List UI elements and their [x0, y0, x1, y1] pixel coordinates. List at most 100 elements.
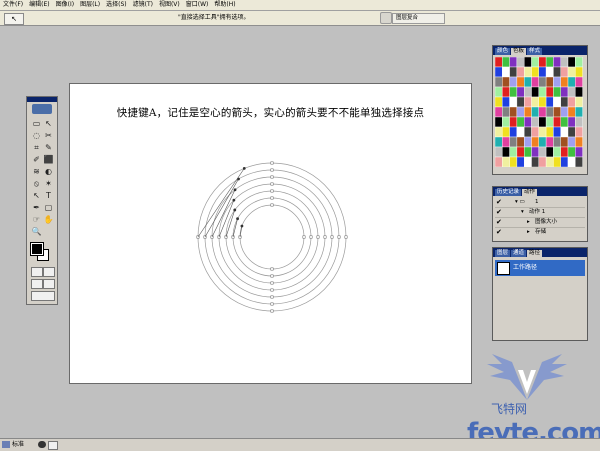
swatch[interactable]	[567, 116, 576, 128]
tab-actions[interactable]: 动作	[522, 189, 538, 196]
tab-paths[interactable]: 路径	[527, 250, 543, 257]
swatch[interactable]	[575, 146, 583, 158]
swatch[interactable]	[560, 156, 569, 167]
tool-17-icon[interactable]: ✋	[43, 215, 54, 224]
swatch[interactable]	[502, 126, 510, 138]
swatch[interactable]	[560, 66, 569, 78]
swatch[interactable]	[502, 116, 510, 128]
tool-18-icon[interactable]: 🔍	[31, 227, 42, 236]
swatch[interactable]	[531, 116, 540, 128]
swatch[interactable]	[516, 116, 525, 128]
swatch[interactable]	[575, 136, 583, 148]
swatch[interactable]	[545, 146, 554, 158]
menu-item-0[interactable]: 文件(F)	[0, 0, 26, 10]
swatch[interactable]	[509, 136, 518, 148]
checkmark-icon[interactable]: ✔	[496, 198, 504, 206]
swatch[interactable]	[575, 116, 583, 128]
swatch[interactable]	[567, 96, 576, 108]
swatch[interactable]	[531, 146, 540, 158]
swatch[interactable]	[538, 76, 547, 88]
swatch[interactable]	[502, 146, 510, 158]
swatch[interactable]	[516, 66, 525, 78]
tool-19-icon[interactable]	[43, 227, 54, 236]
swatch[interactable]	[567, 76, 576, 88]
swatch[interactable]	[509, 116, 518, 128]
swatch[interactable]	[502, 106, 510, 118]
swatch[interactable]	[509, 86, 518, 98]
swatch[interactable]	[545, 76, 554, 88]
checkmark-icon[interactable]: ✔	[496, 218, 504, 226]
swatch[interactable]	[545, 57, 554, 68]
swatch[interactable]	[531, 86, 540, 98]
tool-preset-picker[interactable]: ↖	[4, 13, 24, 25]
menu-item-6[interactable]: 视图(V)	[156, 0, 183, 10]
checkmark-icon[interactable]: ✔	[496, 208, 504, 216]
swatch-grid[interactable]	[495, 57, 583, 167]
swatch[interactable]	[495, 66, 503, 78]
swatch[interactable]	[524, 106, 532, 118]
swatch[interactable]	[495, 96, 503, 108]
swatch[interactable]	[524, 76, 532, 88]
swatch[interactable]	[560, 126, 569, 138]
swatch[interactable]	[524, 96, 532, 108]
swatch[interactable]	[575, 76, 583, 88]
swatch[interactable]	[545, 86, 554, 98]
tab-swatches[interactable]: 色板	[511, 48, 527, 55]
swatch[interactable]	[567, 156, 576, 167]
swatch[interactable]	[545, 66, 554, 78]
imageready-jump-button[interactable]	[31, 291, 55, 301]
swatch[interactable]	[560, 106, 569, 118]
swatch[interactable]	[538, 156, 547, 167]
checkmark-icon[interactable]: ✔	[496, 228, 504, 236]
tab-styles[interactable]: 样式	[527, 48, 543, 55]
menu-item-3[interactable]: 图层(L)	[77, 0, 103, 10]
swatch[interactable]	[538, 126, 547, 138]
swatch[interactable]	[524, 57, 532, 68]
tool-1-icon[interactable]: ↖	[43, 119, 54, 128]
swatch[interactable]	[575, 57, 583, 68]
swatch[interactable]	[516, 146, 525, 158]
swatch[interactable]	[495, 116, 503, 128]
swatch[interactable]	[560, 76, 569, 88]
tool-3-icon[interactable]: ✂	[43, 131, 54, 140]
swatch[interactable]	[524, 136, 532, 148]
swatch[interactable]	[560, 116, 569, 128]
swatch[interactable]	[553, 156, 561, 167]
swatch[interactable]	[495, 76, 503, 88]
fullscreen-mode-button[interactable]	[43, 279, 55, 289]
tool-2-icon[interactable]: ◌	[31, 131, 42, 140]
tool-10-icon[interactable]: ⦸	[31, 179, 42, 188]
swatch[interactable]	[538, 66, 547, 78]
swatch[interactable]	[545, 106, 554, 118]
swatch[interactable]	[495, 136, 503, 148]
swatch[interactable]	[531, 66, 540, 78]
swatch[interactable]	[509, 156, 518, 167]
swatch[interactable]	[516, 126, 525, 138]
swatch[interactable]	[531, 126, 540, 138]
swatch[interactable]	[495, 57, 503, 68]
swatch[interactable]	[524, 116, 532, 128]
swatch[interactable]	[560, 86, 569, 98]
swatch[interactable]	[538, 116, 547, 128]
tab-history[interactable]: 历史记录	[495, 189, 522, 196]
menu-item-1[interactable]: 编辑(E)	[26, 0, 52, 10]
swatch[interactable]	[545, 116, 554, 128]
swatch[interactable]	[509, 146, 518, 158]
swatch[interactable]	[567, 126, 576, 138]
swatch[interactable]	[502, 76, 510, 88]
swatch[interactable]	[502, 96, 510, 108]
tool-13-icon[interactable]: T	[43, 191, 54, 200]
swatch[interactable]	[545, 96, 554, 108]
menu-item-8[interactable]: 帮助(H)	[211, 0, 238, 10]
swatch[interactable]	[567, 86, 576, 98]
swatch[interactable]	[545, 156, 554, 167]
swatch[interactable]	[516, 57, 525, 68]
swatch[interactable]	[502, 136, 510, 148]
swatch[interactable]	[545, 136, 554, 148]
swatch[interactable]	[516, 156, 525, 167]
swatch[interactable]	[538, 106, 547, 118]
tool-8-icon[interactable]: ≋	[31, 167, 42, 176]
swatch[interactable]	[560, 136, 569, 148]
swatch[interactable]	[538, 146, 547, 158]
swatch[interactable]	[538, 57, 547, 68]
